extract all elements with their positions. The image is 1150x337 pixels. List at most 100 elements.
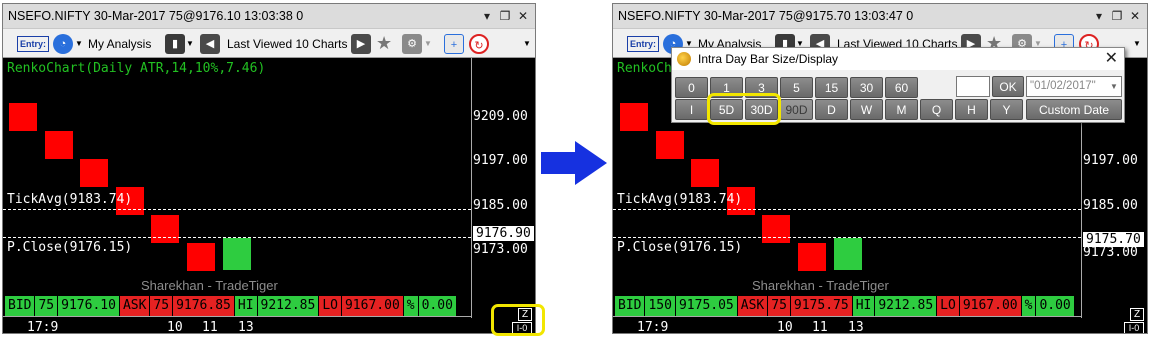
bar-size-button[interactable]: 60 (885, 77, 918, 98)
tick-avg-label: TickAvg(9183.74) (7, 192, 133, 207)
brick-down (9, 103, 37, 131)
period-button[interactable]: D (815, 99, 848, 120)
lo-price: 9167.00 (341, 296, 403, 316)
x-tick: 17:9 (637, 320, 669, 334)
bid-qty: 75 (35, 296, 58, 316)
period-button[interactable]: M (885, 99, 918, 120)
ask-label: ASK (119, 296, 150, 316)
entry-icon[interactable]: Entry: (17, 36, 50, 52)
globe-icon[interactable]: ◔ (53, 34, 73, 54)
star-icon[interactable]: ★ (376, 34, 392, 54)
lo-label: LO (319, 296, 341, 316)
ask-price: 9175.75 (790, 296, 852, 316)
ask-qty: 75 (768, 296, 790, 316)
y-tick: 9197.00 (1083, 153, 1138, 168)
watermark: Sharekhan - TradeTiger (752, 278, 889, 293)
ask-label: ASK (737, 296, 768, 316)
date-select[interactable]: "01/02/2017" ▼ (1026, 76, 1122, 97)
bar-size-button[interactable]: 30 (850, 77, 883, 98)
close-icon[interactable]: ✕ (1127, 4, 1143, 28)
y-tick: 9185.00 (473, 198, 528, 213)
x-tick: 17:9 (27, 320, 59, 334)
renko-chart[interactable]: RenkoChart(Daily ATR,14,10%,7.46) TickAv… (3, 58, 535, 333)
new-window-icon[interactable]: + (444, 34, 464, 54)
quote-bar: BID 150 9175.05 ASK 75 9175.75 HI 9212.8… (615, 296, 1075, 316)
chart-dropdown-icon[interactable]: ▼ (186, 34, 194, 54)
restore-icon[interactable]: ❐ (497, 4, 513, 28)
chart-toolbar: Entry: ◔ ▼ My Analysis ▮ ▼ ◀ Last Viewed… (3, 28, 535, 58)
chevron-down-icon: ▼ (1110, 82, 1118, 91)
x-axis (3, 316, 471, 317)
prev-close-line (613, 237, 1081, 238)
pct-value: 0.00 (1036, 296, 1074, 316)
period-button[interactable]: Y (990, 99, 1023, 120)
dropdown-icon[interactable]: ▼ (523, 34, 531, 54)
hi-price: 9212.85 (257, 296, 319, 316)
ask-qty: 75 (150, 296, 173, 316)
chart-window-left: NSEFO.NIFTY 30-Mar-2017 75@9176.10 13:03… (2, 3, 536, 334)
brick-down (151, 215, 179, 243)
custom-date-button[interactable]: Custom Date (1026, 99, 1122, 120)
plot-area: RenkoChart(Daily ATR,14,10%,7.46) TickAv… (3, 58, 471, 296)
prev-close-label: P.Close(9176.15) (7, 240, 133, 255)
y-tick: 9185.00 (1083, 198, 1138, 213)
lo-label: LO (937, 296, 959, 316)
restore-icon[interactable]: ❐ (1109, 4, 1125, 28)
dropdown-icon[interactable]: ▼ (1133, 34, 1141, 54)
bar-size-button[interactable]: 5 (780, 77, 813, 98)
hi-price: 9212.85 (875, 296, 937, 316)
brick-down (656, 131, 684, 159)
x-tick: 13 (238, 320, 254, 334)
window-menu-icon[interactable]: ▾ (479, 4, 495, 28)
ok-button[interactable]: OK (992, 76, 1024, 97)
chart-icon[interactable]: ▮ (165, 34, 185, 54)
bid-label: BID (5, 296, 35, 316)
window-menu-icon[interactable]: ▾ (1091, 4, 1107, 28)
period-button[interactable]: Q (920, 99, 953, 120)
last-viewed-menu[interactable]: Last Viewed 10 Charts (227, 34, 348, 54)
brick-down (798, 243, 826, 271)
x-tick: 11 (812, 320, 828, 334)
settings-dropdown-icon[interactable]: ▼ (424, 34, 432, 54)
y-tick: 9209.00 (473, 109, 528, 124)
ask-price: 9176.85 (173, 296, 234, 316)
globe-dropdown-icon[interactable]: ▼ (75, 34, 83, 54)
bid-price: 9175.05 (675, 296, 737, 316)
bid-label: BID (615, 296, 645, 316)
brick-down (620, 103, 648, 131)
period-button[interactable]: H (955, 99, 988, 120)
close-icon[interactable]: ✕ (1105, 48, 1118, 70)
highlight-box (491, 304, 545, 336)
brick-up (834, 238, 862, 270)
period-button[interactable]: I (675, 99, 708, 120)
watermark: Sharekhan - TradeTiger (141, 278, 278, 293)
brick-down (45, 131, 73, 159)
brick-down (187, 243, 215, 271)
period-button[interactable]: W (850, 99, 883, 120)
back-arrow-icon[interactable]: ◀ (200, 34, 220, 54)
y-axis (471, 58, 472, 318)
hi-label: HI (852, 296, 875, 316)
x-tick: 10 (777, 320, 793, 334)
quote-bar: BID 75 9176.10 ASK 75 9176.85 HI 9212.85… (5, 296, 457, 316)
forward-arrow-icon[interactable]: ▶ (351, 34, 371, 54)
entry-icon[interactable]: Entry: (627, 36, 660, 52)
tick-avg-label: TickAvg(9183.74) (617, 192, 743, 207)
interval-button[interactable]: I-0 (1124, 322, 1144, 333)
pct-label: % (403, 296, 418, 316)
date-select-value: "01/02/2017" (1030, 80, 1096, 92)
zoom-button[interactable]: Z (1130, 308, 1144, 321)
close-icon[interactable]: ✕ (515, 4, 531, 28)
title-bar: NSEFO.NIFTY 30-Mar-2017 75@9175.70 13:03… (613, 4, 1147, 28)
tick-avg-line (3, 209, 471, 210)
dialog-title: Intra Day Bar Size/Display (698, 52, 839, 66)
bar-size-button[interactable]: 0 (675, 77, 708, 98)
custom-size-input[interactable] (956, 76, 990, 97)
bar-size-button[interactable]: 15 (815, 77, 848, 98)
period-button[interactable]: 90D (780, 99, 813, 120)
refresh-icon[interactable]: ↻ (469, 34, 489, 54)
y-tick: 9197.00 (473, 153, 528, 168)
settings-icon[interactable]: ⚙ (402, 34, 422, 54)
pct-value: 0.00 (418, 296, 456, 316)
my-analysis-menu[interactable]: My Analysis (88, 34, 151, 54)
